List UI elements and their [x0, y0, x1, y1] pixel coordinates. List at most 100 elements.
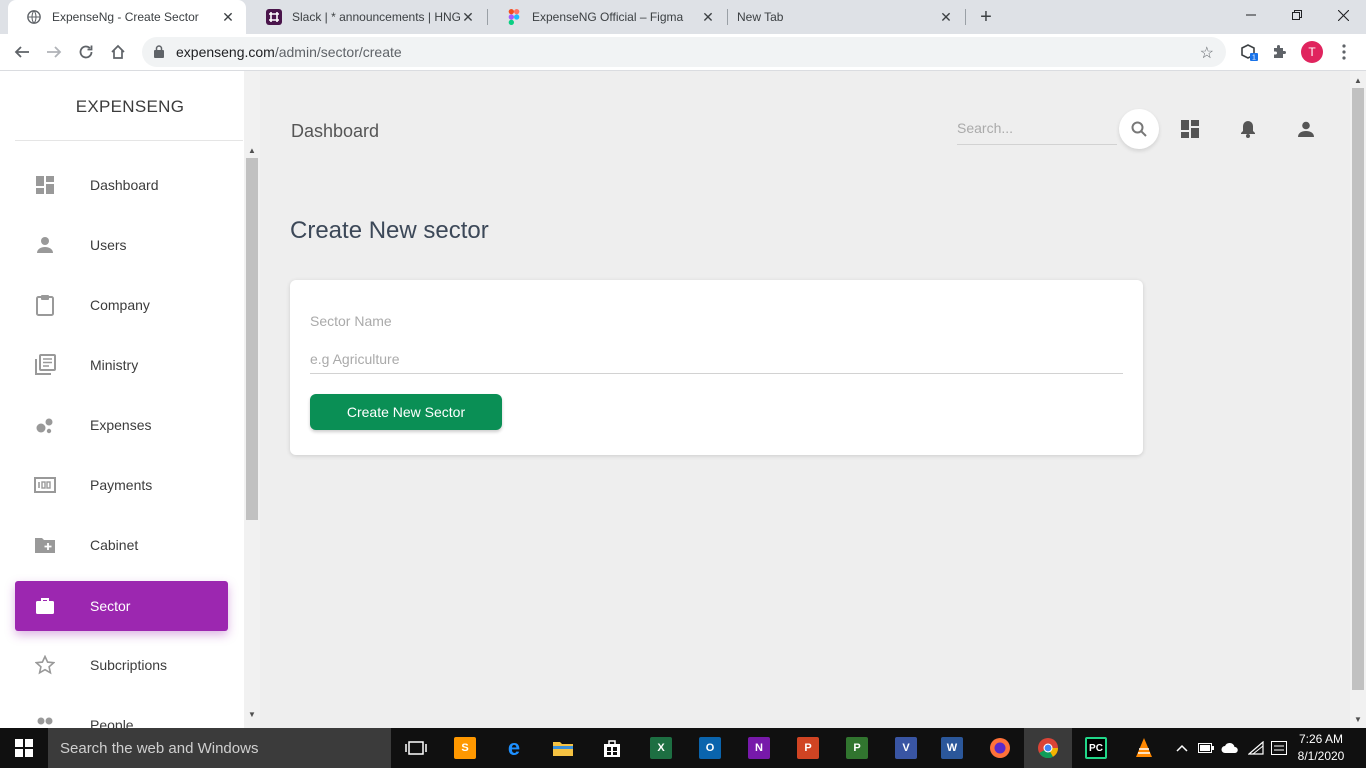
chrome-icon[interactable] [1024, 728, 1072, 768]
main-content: Dashboard Search... Create New sector Se… [260, 71, 1350, 728]
clipboard-icon [30, 290, 60, 320]
back-icon[interactable] [10, 40, 34, 64]
word-icon[interactable]: W [928, 728, 976, 768]
edge-icon[interactable]: e [490, 728, 538, 768]
search-input[interactable]: Search... [957, 117, 1117, 145]
library-books-icon [30, 350, 60, 380]
sidebar-item-cabinet[interactable]: Cabinet [15, 520, 228, 570]
page-scroll-up-arrow-icon[interactable]: ▲ [1350, 73, 1366, 87]
tab-figma[interactable]: ExpenseNG Official – Figma ✕ [488, 0, 726, 34]
tab-expenseng-create-sector[interactable]: ExpenseNg - Create Sector ✕ [8, 0, 246, 34]
onedrive-cloud-icon[interactable] [1220, 728, 1240, 768]
sidebar-item-payments[interactable]: Payments [15, 460, 228, 510]
firefox-icon[interactable] [976, 728, 1024, 768]
sidebar-item-company[interactable]: Company [15, 280, 228, 330]
address-bar[interactable]: expenseng.com/admin/sector/create ☆ [142, 37, 1226, 67]
sidebar-item-users[interactable]: Users [15, 220, 228, 270]
forward-icon[interactable] [42, 40, 66, 64]
restore-button[interactable] [1274, 0, 1320, 30]
people-icon [30, 710, 60, 728]
extension-badge: 1 [1252, 55, 1256, 62]
brand-logo[interactable]: EXPENSENG [0, 97, 260, 117]
minimize-button[interactable] [1228, 0, 1274, 30]
globe-icon [26, 9, 42, 25]
visio-icon[interactable]: V [882, 728, 930, 768]
sidebar-item-ministry[interactable]: Ministry [15, 340, 228, 390]
scroll-up-arrow-icon[interactable]: ▲ [244, 143, 260, 157]
dashboard-grid-icon[interactable] [1180, 119, 1200, 139]
browser-tab-strip: ExpenseNg - Create Sector ✕ Slack | * an… [0, 0, 1366, 34]
extension-cube-icon[interactable]: 1 [1238, 41, 1260, 63]
vlc-icon[interactable] [1120, 728, 1168, 768]
tab-title: Slack | * announcements | HNGi7 [292, 10, 460, 24]
clock-date: 8/1/2020 [1297, 749, 1345, 763]
lock-icon [154, 45, 166, 59]
sidebar-item-label: Subcriptions [90, 657, 168, 673]
page-scrollbar-thumb[interactable] [1352, 88, 1364, 690]
tab-slack[interactable]: Slack | * announcements | HNGi7 ✕ [248, 0, 486, 34]
reload-icon[interactable] [74, 40, 98, 64]
create-sector-form-card: Sector Name Create New Sector [290, 280, 1143, 455]
sidebar-item-dashboard[interactable]: Dashboard [15, 160, 228, 210]
create-new-sector-button[interactable]: Create New Sector [310, 394, 502, 430]
search-button[interactable] [1119, 109, 1159, 149]
pycharm-icon[interactable]: PC [1072, 728, 1120, 768]
tab-close-icon[interactable]: ✕ [460, 9, 476, 25]
tab-separator [965, 9, 966, 25]
outlook-icon[interactable]: O [686, 728, 734, 768]
sidebar-item-subscriptions[interactable]: Subcriptions [15, 640, 228, 690]
taskbar-search-input[interactable]: Search the web and Windows [48, 728, 391, 768]
tab-title: ExpenseNG Official – Figma [532, 10, 684, 24]
tab-close-icon[interactable]: ✕ [220, 9, 236, 25]
windows-taskbar: Search the web and Windows S e X O N P P… [0, 728, 1366, 768]
folder-add-icon [30, 530, 60, 560]
store-icon[interactable] [588, 728, 636, 768]
tab-new-tab[interactable]: New Tab ✕ [728, 0, 964, 34]
tab-close-icon[interactable]: ✕ [938, 9, 954, 25]
new-tab-button[interactable]: + [976, 6, 996, 28]
sidebar-scrollbar-thumb[interactable] [246, 158, 258, 520]
file-explorer-icon[interactable] [539, 728, 587, 768]
powerpoint-icon[interactable]: P [784, 728, 832, 768]
star-icon [30, 650, 60, 680]
bookmark-star-icon[interactable]: ☆ [1200, 43, 1214, 63]
task-view-icon[interactable] [392, 728, 440, 768]
sector-name-label: Sector Name [310, 313, 392, 329]
excel-icon[interactable]: X [637, 728, 685, 768]
briefcase-icon [30, 591, 60, 621]
onenote-icon[interactable]: N [735, 728, 783, 768]
tab-title: New Tab [737, 10, 784, 24]
scroll-down-arrow-icon[interactable]: ▼ [244, 707, 260, 721]
sublime-text-icon[interactable]: S [441, 728, 489, 768]
page-scroll-down-arrow-icon[interactable]: ▼ [1350, 712, 1366, 726]
close-window-button[interactable] [1320, 0, 1366, 30]
notifications-bell-icon[interactable] [1238, 119, 1258, 139]
profile-avatar[interactable]: T [1301, 41, 1323, 63]
account-person-icon[interactable] [1296, 119, 1316, 139]
browser-menu-icon[interactable] [1333, 41, 1355, 63]
sidebar-item-label: Ministry [90, 357, 139, 373]
bubble-chart-icon [30, 410, 60, 440]
taskbar-clock[interactable]: 7:26 AM 8/1/2020 [1290, 731, 1352, 765]
breadcrumb[interactable]: Dashboard [291, 121, 379, 142]
project-icon[interactable]: P [833, 728, 881, 768]
sidebar-item-label: Cabinet [90, 537, 139, 553]
figma-icon [506, 9, 522, 25]
sidebar-item-people[interactable]: People [15, 700, 228, 728]
sector-name-input[interactable] [310, 344, 1123, 374]
wifi-icon[interactable] [1246, 728, 1266, 768]
sidebar-item-label: People [90, 717, 134, 728]
home-icon[interactable] [106, 40, 130, 64]
sidebar-item-label: Sector [90, 598, 131, 614]
windows-start-button[interactable] [0, 728, 48, 768]
clock-time: 7:26 AM [1298, 732, 1344, 746]
tab-close-icon[interactable]: ✕ [700, 9, 716, 25]
show-hidden-icons-chevron-icon[interactable] [1174, 728, 1190, 768]
battery-icon[interactable] [1196, 728, 1216, 768]
extensions-puzzle-icon[interactable] [1268, 41, 1290, 63]
browser-toolbar: expenseng.com/admin/sector/create ☆ 1 [0, 34, 1366, 71]
sidebar-item-sector[interactable]: Sector [15, 581, 228, 631]
sidebar-item-expenses[interactable]: Expenses [15, 400, 228, 450]
dashboard-icon [30, 170, 60, 200]
action-center-icon[interactable] [1268, 728, 1290, 768]
